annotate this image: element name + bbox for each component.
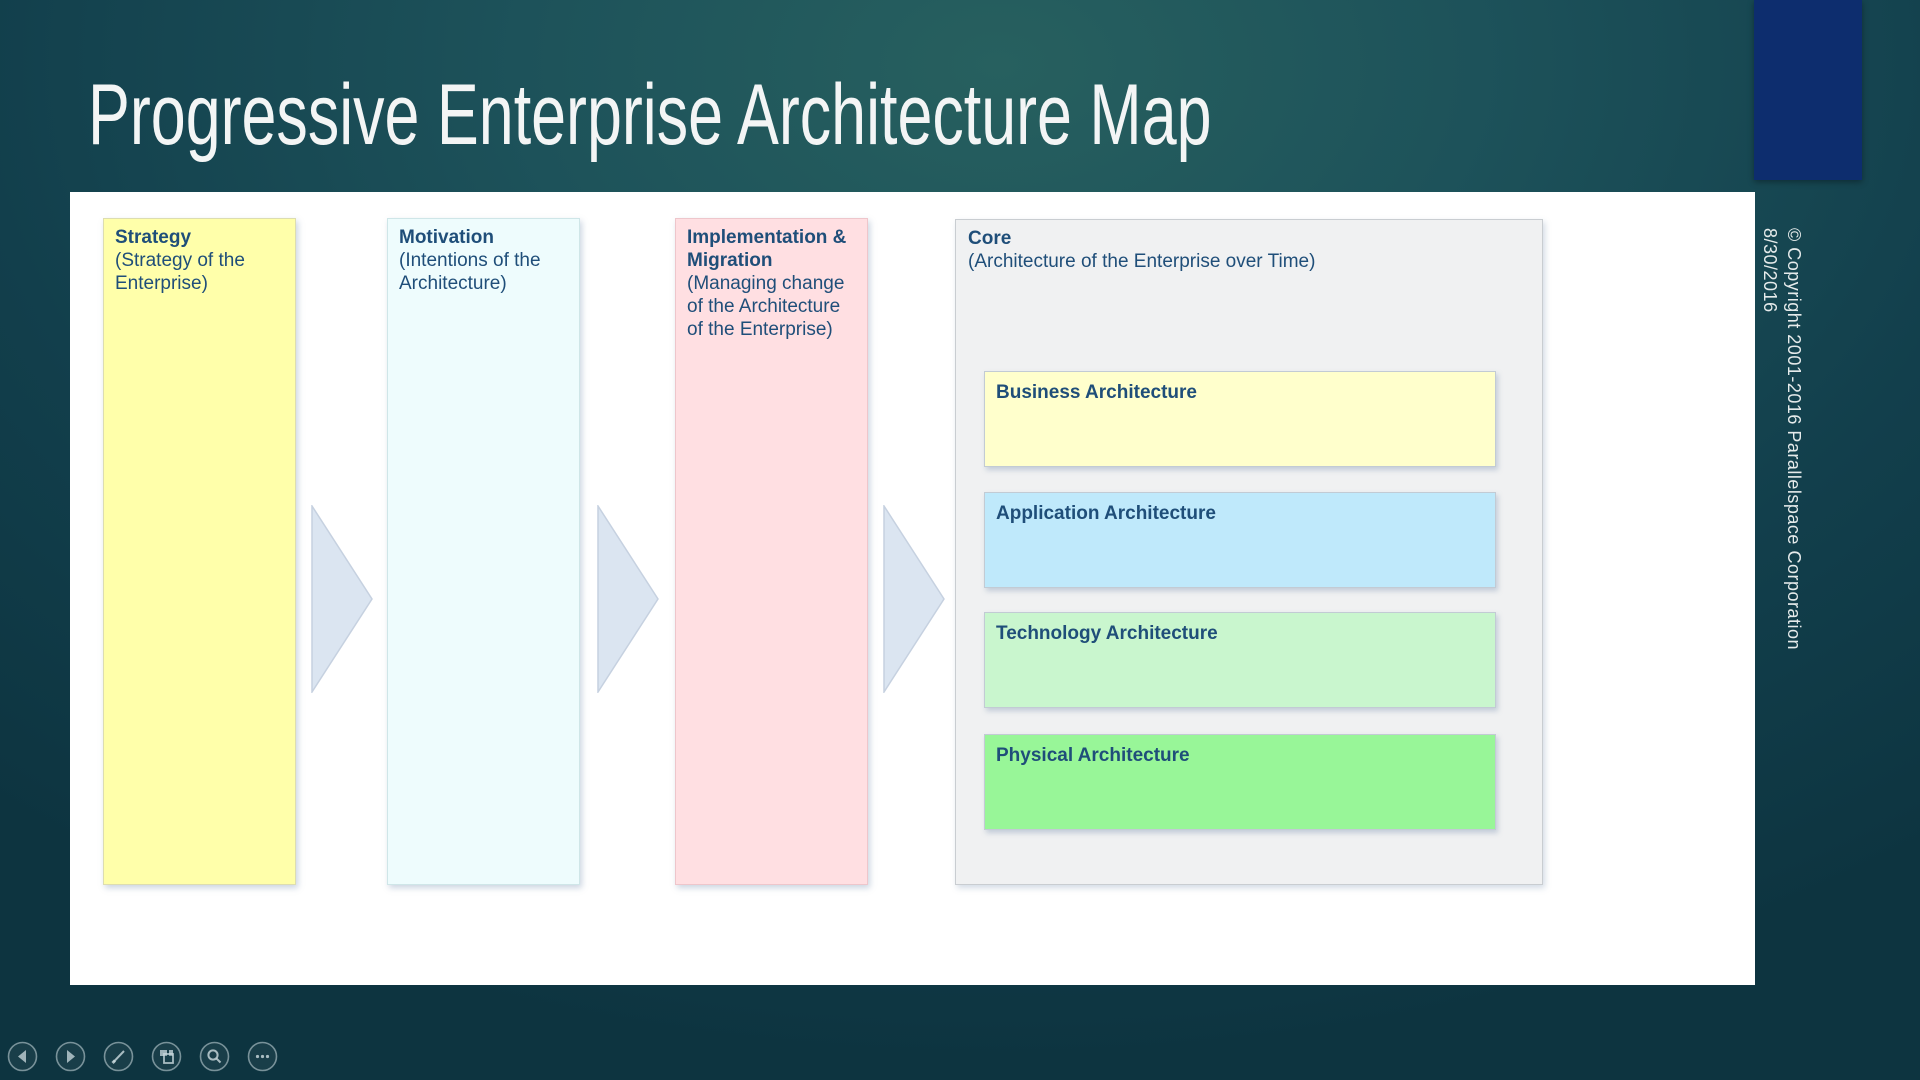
pen-icon xyxy=(103,1041,134,1072)
strategy-box-title: Strategy xyxy=(115,227,192,248)
slide-title: Progressive Enterprise Architecture Map xyxy=(88,67,1212,163)
copyright-line: © Copyright 2001-2016 Parallelspace Corp… xyxy=(1784,228,1804,650)
magnifier-icon xyxy=(199,1041,230,1072)
slide-content-area: Strategy (Strategy of the Enterprise) Mo… xyxy=(70,192,1755,985)
core-box-title: Core xyxy=(968,228,1012,249)
application-architecture-layer: Application Architecture xyxy=(984,492,1496,588)
arrow-icon xyxy=(597,505,659,693)
previous-slide-button[interactable] xyxy=(7,1041,38,1072)
see-all-slides-icon xyxy=(151,1041,182,1072)
core-box: Core (Architecture of the Enterprise ove… xyxy=(955,219,1543,885)
technology-architecture-layer: Technology Architecture xyxy=(984,612,1496,708)
date-line: 8/30/2016 xyxy=(1760,228,1780,313)
implementation-migration-box-title: Implementation & Migration xyxy=(687,227,847,271)
motivation-box-subtitle: (Intentions of the Architecture) xyxy=(399,250,541,294)
more-options-icon xyxy=(247,1041,278,1072)
see-all-slides-button[interactable] xyxy=(151,1041,182,1072)
arrow-icon xyxy=(883,505,945,693)
slideshow-background: Progressive Enterprise Architecture Map … xyxy=(0,0,1920,1080)
strategy-box: Strategy (Strategy of the Enterprise) xyxy=(103,218,296,885)
strategy-box-subtitle: (Strategy of the Enterprise) xyxy=(115,250,245,294)
next-slide-button[interactable] xyxy=(55,1041,86,1072)
implementation-migration-box: Implementation & Migration (Managing cha… xyxy=(675,218,868,885)
core-box-subtitle: (Architecture of the Enterprise over Tim… xyxy=(968,251,1316,272)
pen-tools-button[interactable] xyxy=(103,1041,134,1072)
motivation-box: Motivation (Intentions of the Architectu… xyxy=(387,218,580,885)
next-icon xyxy=(55,1041,86,1072)
previous-icon xyxy=(7,1041,38,1072)
motivation-box-title: Motivation xyxy=(399,227,494,248)
physical-architecture-layer: Physical Architecture xyxy=(984,734,1496,830)
implementation-migration-box-subtitle: (Managing change of the Architecture of … xyxy=(687,273,845,340)
navy-accent-bar xyxy=(1754,0,1862,180)
zoom-into-slide-button[interactable] xyxy=(199,1041,230,1072)
business-architecture-layer: Business Architecture xyxy=(984,371,1496,467)
copyright-vertical-text: © Copyright 2001-2016 Parallelspace Corp… xyxy=(1758,228,1806,848)
arrow-icon xyxy=(311,505,373,693)
more-options-button[interactable] xyxy=(247,1041,278,1072)
